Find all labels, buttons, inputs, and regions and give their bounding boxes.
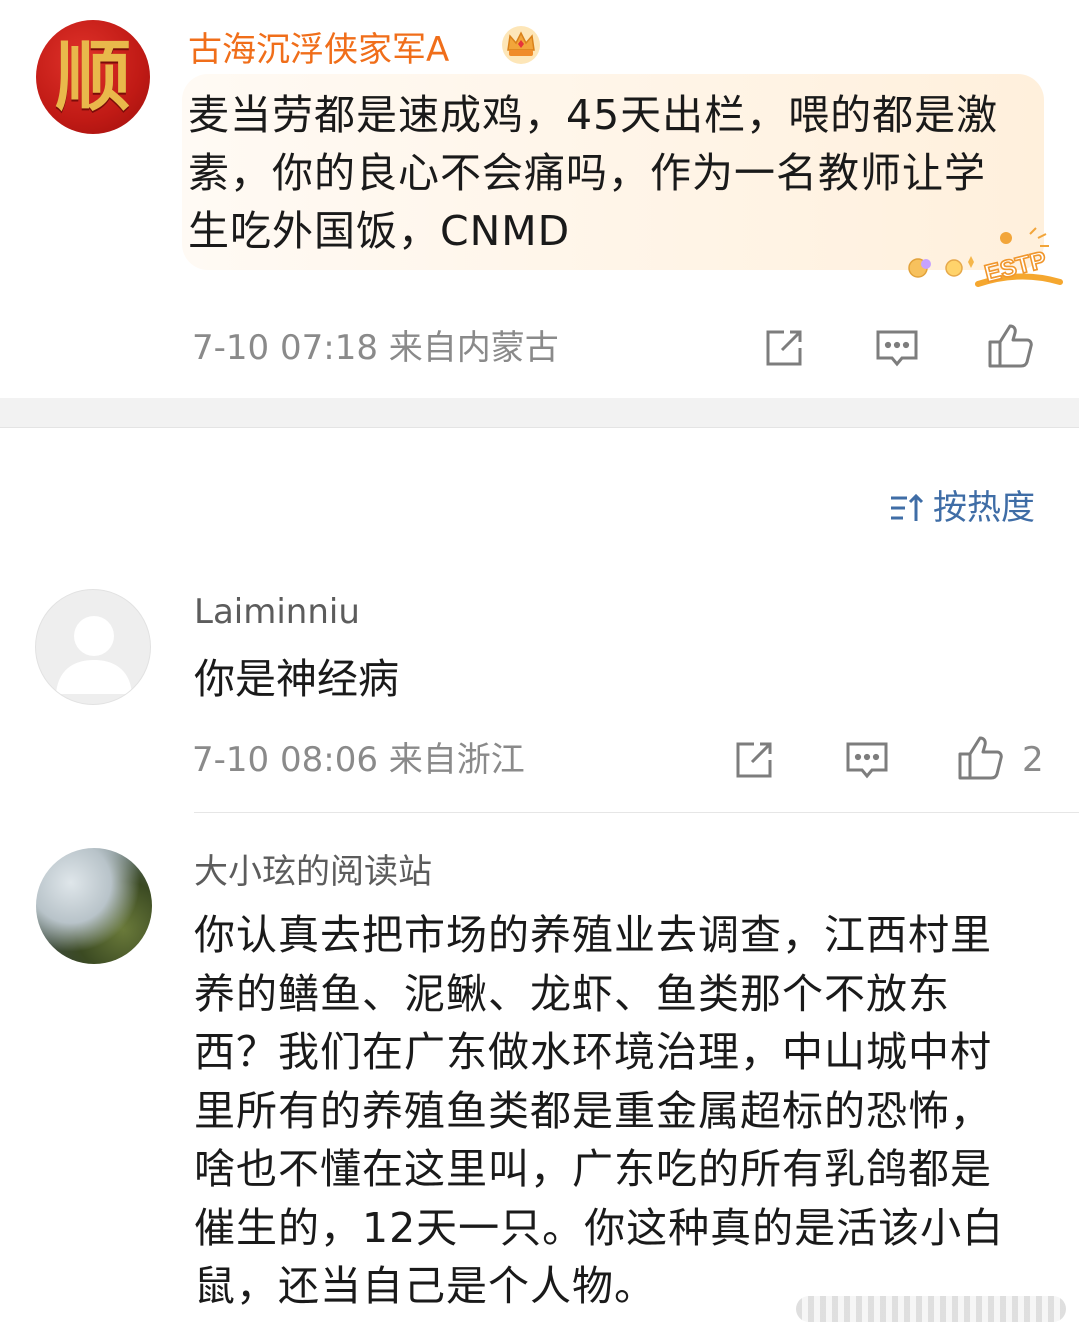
like-icon [988,324,1033,368]
comment-author-name[interactable]: Laiminniu [194,592,360,632]
comment-body: 你是神经病 [194,655,399,703]
comment-separator [194,812,1079,813]
post-timestamp: 7-10 07:18 [192,328,378,368]
post-author-avatar[interactable]: 顺 [36,20,150,134]
sort-icon [891,493,924,521]
original-post: 顺 古海沉浮侠家军A 麦当劳都是速成鸡，45天出栏，喂的都是激素，你的良心不会痛… [0,0,1079,398]
comment-button[interactable] [871,322,923,374]
avatar-glyph: 顺 [55,32,131,121]
post-body: 麦当劳都是速成鸡，45天出栏，喂的都是激素，你的良心不会痛吗，作为一名教师让学生… [188,91,999,255]
sort-by-hot-button[interactable]: 按热度 [889,488,1035,528]
post-location: 来自内蒙古 [388,328,559,368]
share-icon [736,742,772,778]
comment-icon [876,330,918,367]
scroll-indicator [796,1296,1066,1322]
like-button[interactable] [984,320,1036,372]
sort-label: 按热度 [933,488,1035,528]
sticker-text: ESTP [982,246,1049,287]
comment-like-button[interactable] [954,732,1006,784]
comment-author-name[interactable]: 大小玹的阅读站 [194,852,432,892]
comment-author-avatar[interactable] [35,589,151,705]
comment-location: 来自浙江 [388,740,525,780]
estp-sticker: ESTP [908,227,1063,288]
share-icon [766,330,802,366]
comment-share-button[interactable] [728,734,780,786]
post-author-name[interactable]: 古海沉浮侠家军A [188,30,449,70]
default-avatar-icon [56,616,132,694]
comment-timestamp: 7-10 08:06 [192,740,378,780]
share-button[interactable] [758,322,810,374]
post-meta: 7-10 07:18 来自内蒙古 [192,328,559,368]
comment-reply-button[interactable] [841,734,893,786]
comment-icon [846,742,888,779]
comment-body: 你认真去把市场的养殖业去调查，江西村里养的鳝鱼、泥鳅、龙虾、鱼类那个不放东西？我… [194,911,1005,1310]
comment-meta: 7-10 08:06 来自浙江 [192,740,525,780]
section-divider [0,398,1079,428]
like-count: 2 [1022,740,1044,780]
comment-author-avatar[interactable] [36,848,152,964]
like-icon [958,736,1003,780]
crown-icon [502,26,540,64]
